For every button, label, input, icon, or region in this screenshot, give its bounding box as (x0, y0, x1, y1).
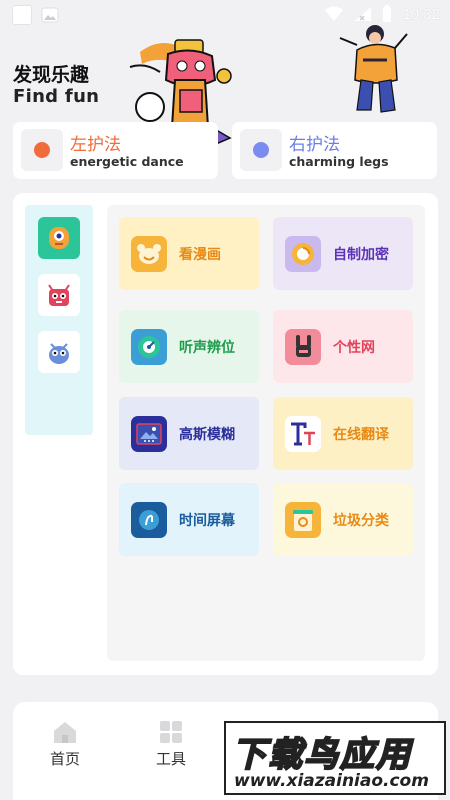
radar-icon (131, 328, 167, 365)
nav-home[interactable]: 首页 (35, 720, 95, 769)
nav-label: 首页 (49, 750, 80, 768)
card-icon-box (240, 129, 282, 171)
tool-label: 看漫画 (179, 246, 221, 263)
tool-label: 时间屏幕 (179, 512, 235, 529)
watermark-url: www.xiazainiao.com (234, 771, 429, 791)
cd-icon (285, 235, 321, 272)
rock-hand-icon (285, 328, 321, 365)
orange-dot-icon (34, 142, 50, 158)
orange-monster-icon[interactable] (38, 217, 80, 259)
tool-personal-net[interactable]: 个性网 (273, 310, 413, 383)
grid-icon (160, 721, 182, 743)
card-title: 右护法 (289, 135, 340, 155)
tool-label: 听声辨位 (179, 339, 235, 356)
notification-square-icon (12, 5, 32, 25)
dancing-girl-illustration (339, 25, 408, 113)
blue-dot-icon (253, 142, 269, 158)
blur-image-icon (131, 415, 167, 452)
tool-label: 在线翻译 (333, 426, 389, 443)
tool-online-translate[interactable]: 在线翻译 (273, 397, 413, 470)
card-subtitle: energetic dance (70, 154, 184, 169)
tool-comics[interactable]: 看漫画 (119, 217, 259, 290)
page-title: 发现乐趣 (13, 64, 90, 86)
tool-diy-encrypt[interactable]: 自制加密 (273, 217, 413, 290)
trash-bin-icon (285, 501, 321, 538)
page-subtitle: Find fun (13, 86, 100, 107)
watermark-badge: 下载鸟应用 www.xiazainiao.com (224, 721, 446, 795)
tool-garbage-sort[interactable]: 垃圾分类 (273, 483, 413, 556)
watermark-text: 下载鸟应用 (231, 734, 412, 776)
tools-grid: 看漫画 自制加密 听声辨位 个性网 高斯模糊 在线翻译 时间屏幕 垃圾分类 (107, 205, 425, 661)
nav-label: 工具 (155, 750, 186, 768)
tool-label: 高斯模糊 (179, 426, 235, 443)
tool-label: 自制加密 (333, 246, 389, 263)
tool-label: 个性网 (333, 339, 375, 356)
tool-gaussian-blur[interactable]: 高斯模糊 (119, 397, 259, 470)
nav-tools[interactable]: 工具 (141, 720, 201, 769)
card-title: 左护法 (70, 135, 121, 155)
bear-icon (131, 235, 167, 272)
card-subtitle: charming legs (289, 154, 389, 169)
translate-icon (285, 415, 321, 452)
tool-sound-locate[interactable]: 听声辨位 (119, 310, 259, 383)
home-icon (54, 722, 76, 743)
red-monster-icon[interactable] (38, 274, 80, 316)
card-icon-box (21, 129, 63, 171)
tool-time-screen[interactable]: 时间屏幕 (119, 483, 259, 556)
clock-screen-icon (131, 501, 167, 538)
right-guardian-card[interactable]: 右护法 charming legs (232, 122, 437, 179)
category-sidebar (25, 205, 93, 435)
tool-label: 垃圾分类 (333, 512, 389, 529)
blue-monster-icon[interactable] (38, 331, 80, 373)
image-notification-icon (40, 5, 60, 25)
left-guardian-card[interactable]: 左护法 energetic dance (13, 122, 218, 179)
tools-panel: 看漫画 自制加密 听声辨位 个性网 高斯模糊 在线翻译 时间屏幕 垃圾分类 (13, 193, 438, 675)
